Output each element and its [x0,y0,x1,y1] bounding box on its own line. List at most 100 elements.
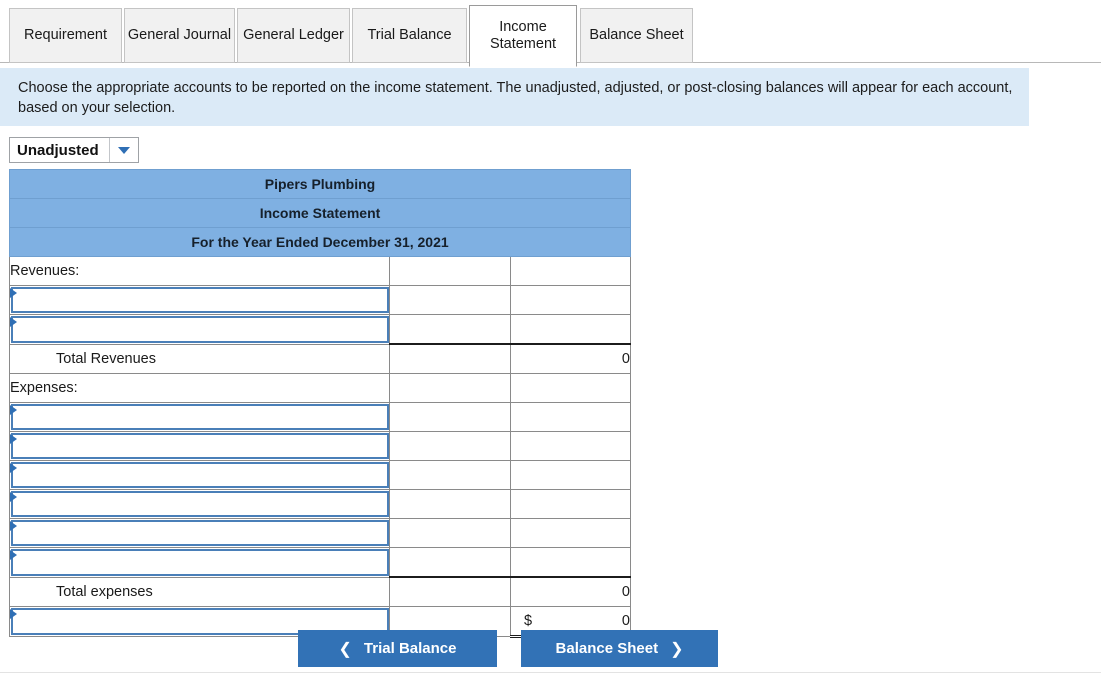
table-row [10,432,631,461]
empty-cell [511,403,631,432]
table-header-row: For the Year Ended December 31, 2021 [10,228,631,257]
chevron-right-icon: ❯ [670,639,683,659]
table-row [10,519,631,548]
statement-title: Income Statement [10,199,631,228]
expense-account-cell[interactable] [10,432,390,461]
prev-trial-balance-button[interactable]: ❮ Trial Balance [298,630,497,667]
empty-cell [390,344,511,374]
table-header-row: Pipers Plumbing [10,170,631,199]
total-revenues-label: Total Revenues [10,344,390,374]
empty-cell [390,461,511,490]
table-row [10,315,631,345]
period-select[interactable]: Unadjusted [9,137,139,163]
revenue-account-input-2[interactable] [11,316,389,343]
row-marker-icon [10,317,17,327]
row-marker-icon [10,609,17,619]
table-row [10,461,631,490]
empty-cell [390,403,511,432]
empty-cell [390,548,511,578]
empty-cell [511,461,631,490]
tab-requirement[interactable]: Requirement [9,8,122,63]
total-revenues-value: 0 [511,344,631,374]
empty-cell [390,577,511,607]
instruction-banner: Choose the appropriate accounts to be re… [0,68,1029,126]
expense-account-input-6[interactable] [11,549,389,576]
empty-cell [390,490,511,519]
empty-cell [390,286,511,315]
table-row: Expenses: [10,374,631,403]
tab-bar: Requirement General Journal General Ledg… [0,0,1101,68]
empty-cell [511,548,631,578]
tab-general-ledger[interactable]: General Ledger [237,8,350,63]
row-marker-icon [10,288,17,298]
chevron-down-icon [118,147,130,154]
empty-cell [511,374,631,403]
table-row [10,403,631,432]
empty-cell [390,315,511,345]
tab-label: General Journal [128,27,231,44]
table-row [10,548,631,578]
tab-label: Trial Balance [367,27,451,44]
expense-account-input-4[interactable] [11,491,389,517]
next-balance-sheet-button[interactable]: Balance Sheet ❯ [521,630,718,667]
table-row-total: Total Revenues 0 [10,344,631,374]
table-row [10,286,631,315]
table-row [10,490,631,519]
section-revenues-label: Revenues: [10,257,390,286]
prev-button-label: Trial Balance [364,640,457,657]
tab-label: Balance Sheet [589,27,683,44]
tab-label: Requirement [24,27,107,44]
section-expenses-label: Expenses: [10,374,390,403]
empty-cell [390,432,511,461]
empty-cell [511,490,631,519]
tab-trial-balance[interactable]: Trial Balance [352,8,467,63]
row-marker-icon [10,521,17,531]
row-marker-icon [10,405,17,415]
currency-symbol: $ [524,613,532,629]
empty-cell [511,315,631,345]
tab-balance-sheet[interactable]: Balance Sheet [580,8,693,63]
tab-label: General Ledger [243,27,344,44]
net-income-amount: 0 [622,613,630,629]
statement-period: For the Year Ended December 31, 2021 [10,228,631,257]
revenue-account-input-1[interactable] [11,287,389,313]
table-row: Revenues: [10,257,631,286]
expense-account-input-5[interactable] [11,520,389,546]
tab-income-statement[interactable]: Income Statement [469,5,577,67]
income-statement-table: Pipers Plumbing Income Statement For the… [9,169,631,638]
row-marker-icon [10,434,17,444]
company-name: Pipers Plumbing [10,170,631,199]
income-statement-page: Requirement General Journal General Ledg… [0,0,1101,680]
expense-account-cell[interactable] [10,548,390,578]
tab-label: Income Statement [470,19,576,53]
expense-account-input-1[interactable] [11,404,389,430]
empty-cell [390,374,511,403]
tab-general-journal[interactable]: General Journal [124,8,235,63]
expense-account-input-2[interactable] [11,433,389,459]
empty-cell [390,257,511,286]
expense-account-cell[interactable] [10,490,390,519]
period-select-toggle[interactable] [109,138,138,162]
empty-cell [511,286,631,315]
expense-account-cell[interactable] [10,403,390,432]
table-header-row: Income Statement [10,199,631,228]
expense-account-cell[interactable] [10,461,390,490]
empty-cell [511,257,631,286]
row-marker-icon [10,550,17,560]
empty-cell [511,519,631,548]
footer-divider [0,672,1101,673]
row-marker-icon [10,492,17,502]
next-button-label: Balance Sheet [556,640,659,657]
expense-account-cell-active[interactable] [10,519,390,548]
period-select-value: Unadjusted [10,138,109,162]
revenue-account-cell[interactable] [10,315,390,345]
total-expenses-value: 0 [511,577,631,607]
total-expenses-label: Total expenses [10,577,390,607]
empty-cell [511,432,631,461]
instruction-text: Choose the appropriate accounts to be re… [18,80,1012,116]
chevron-left-icon: ❮ [339,639,352,659]
expense-account-input-3[interactable] [11,462,389,488]
revenue-account-cell[interactable] [10,286,390,315]
row-marker-icon [10,463,17,473]
empty-cell [390,519,511,548]
